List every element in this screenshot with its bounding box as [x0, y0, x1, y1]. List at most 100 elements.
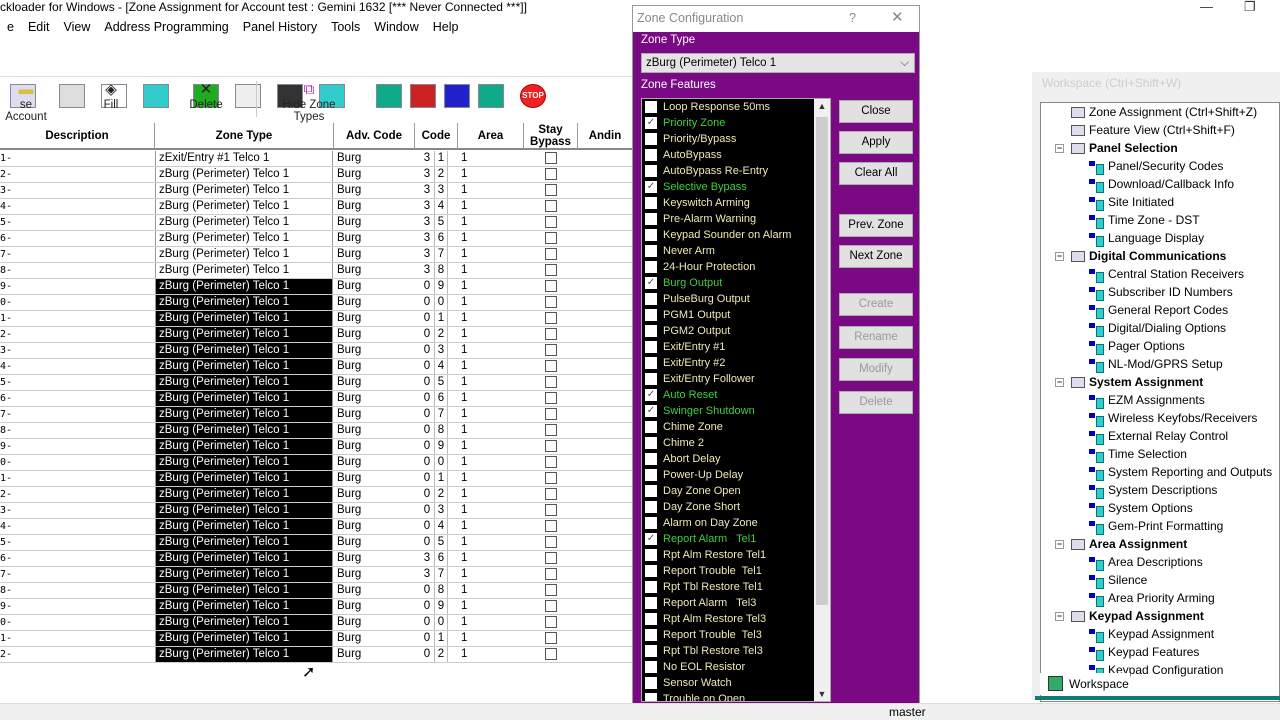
feature-item[interactable]: ✓ Priority Zone: [642, 115, 830, 131]
header-stay-bypass[interactable]: Stay Bypass: [524, 123, 578, 150]
minimize-button[interactable]: —: [1200, 0, 1213, 14]
adv-code-cell[interactable]: Burg: [337, 311, 415, 326]
table-row[interactable]: 2- zBurg (Perimeter) Telco 1 Burg 0 2 1: [0, 327, 632, 343]
tree-item-area-priority-arming[interactable]: Area Priority Arming: [1041, 589, 1279, 607]
code-digit-1[interactable]: 0: [420, 311, 434, 326]
area-cell[interactable]: 1: [461, 279, 481, 294]
code-digit-1[interactable]: 0: [420, 647, 434, 662]
zone-type-cell[interactable]: zBurg (Perimeter) Telco 1: [155, 279, 333, 294]
feature-item[interactable]: Chime Zone: [642, 419, 830, 435]
description-cell[interactable]: 8-: [0, 263, 154, 278]
code-digit-1[interactable]: 0: [420, 423, 434, 438]
table-row[interactable]: 4- zBurg (Perimeter) Telco 1 Burg 0 4 1: [0, 359, 632, 375]
zone-type-cell[interactable]: zBurg (Perimeter) Telco 1: [155, 503, 333, 518]
stay-bypass-checkbox[interactable]: [545, 264, 557, 276]
menu-window[interactable]: Window: [367, 17, 425, 37]
feature-checkbox[interactable]: [645, 565, 657, 577]
area-cell[interactable]: 1: [461, 343, 481, 358]
feature-item[interactable]: AutoBypass: [642, 147, 830, 163]
code-digit-1[interactable]: 0: [420, 599, 434, 614]
code-digit-1[interactable]: 0: [420, 503, 434, 518]
adv-code-cell[interactable]: Burg: [337, 167, 415, 182]
adv-code-cell[interactable]: Burg: [337, 631, 415, 646]
zone-type-cell[interactable]: zBurg (Perimeter) Telco 1: [155, 263, 333, 278]
header-zone-type[interactable]: Zone Type: [155, 123, 334, 150]
tree-item-central-station-receivers[interactable]: Central Station Receivers: [1041, 265, 1279, 283]
code-digit-2[interactable]: 3: [434, 503, 448, 518]
zone-type-cell[interactable]: zBurg (Perimeter) Telco 1: [155, 327, 333, 342]
area-cell[interactable]: 1: [461, 439, 481, 454]
description-cell[interactable]: 8-: [0, 583, 154, 598]
area-cell[interactable]: 1: [461, 375, 481, 390]
feature-checkbox[interactable]: ✓: [645, 117, 657, 129]
adv-code-cell[interactable]: Burg: [337, 647, 415, 662]
table-row[interactable]: 0- zBurg (Perimeter) Telco 1 Burg 0 0 1: [0, 455, 632, 471]
stay-bypass-checkbox[interactable]: [545, 424, 557, 436]
feature-checkbox[interactable]: [645, 469, 657, 481]
description-cell[interactable]: 6-: [0, 391, 154, 406]
adv-code-cell[interactable]: Burg: [337, 455, 415, 470]
feature-checkbox[interactable]: [645, 293, 657, 305]
adv-code-cell[interactable]: Burg: [337, 407, 415, 422]
code-digit-1[interactable]: 0: [420, 615, 434, 630]
feature-checkbox[interactable]: [645, 661, 657, 673]
feature-checkbox[interactable]: [645, 549, 657, 561]
header-area[interactable]: Area: [458, 123, 524, 150]
help-button[interactable]: ?: [849, 6, 856, 30]
feature-checkbox[interactable]: [645, 693, 657, 701]
code-digit-2[interactable]: 5: [434, 535, 448, 550]
table-row[interactable]: 0- zBurg (Perimeter) Telco 1 Burg 0 0 1: [0, 295, 632, 311]
feature-checkbox[interactable]: [645, 357, 657, 369]
tree-item-external-relay-control[interactable]: External Relay Control: [1041, 427, 1279, 445]
tree-item-keypad-assignment[interactable]: Keypad Assignment: [1041, 625, 1279, 643]
description-cell[interactable]: 3-: [0, 503, 154, 518]
feature-item[interactable]: PGM1 Output: [642, 307, 830, 323]
description-cell[interactable]: 0-: [0, 455, 154, 470]
zone-type-cell[interactable]: zBurg (Perimeter) Telco 1: [155, 439, 333, 454]
description-cell[interactable]: 4-: [0, 199, 154, 214]
feature-checkbox[interactable]: [645, 677, 657, 689]
zone-type-cell[interactable]: zBurg (Perimeter) Telco 1: [155, 215, 333, 230]
area-cell[interactable]: 1: [461, 231, 481, 246]
stay-bypass-checkbox[interactable]: [545, 536, 557, 548]
area-cell[interactable]: 1: [461, 407, 481, 422]
tree-item-download-callback-info[interactable]: Download/Callback Info: [1041, 175, 1279, 193]
code-digit-1[interactable]: 3: [420, 167, 434, 182]
code-digit-1[interactable]: 0: [420, 407, 434, 422]
code-digit-2[interactable]: 2: [434, 487, 448, 502]
area-cell[interactable]: 1: [461, 199, 481, 214]
zone-type-cell[interactable]: zBurg (Perimeter) Telco 1: [155, 311, 333, 326]
feature-checkbox[interactable]: [645, 613, 657, 625]
code-digit-2[interactable]: 5: [434, 215, 448, 230]
code-digit-2[interactable]: 4: [434, 519, 448, 534]
description-cell[interactable]: 2-: [0, 647, 154, 662]
adv-code-cell[interactable]: Burg: [337, 263, 415, 278]
adv-code-cell[interactable]: Burg: [337, 439, 415, 454]
description-cell[interactable]: 9-: [0, 279, 154, 294]
feature-checkbox[interactable]: [645, 341, 657, 353]
zone-type-cell[interactable]: zBurg (Perimeter) Telco 1: [155, 359, 333, 374]
table-row[interactable]: 8- zBurg (Perimeter) Telco 1 Burg 3 8 1: [0, 263, 632, 279]
area-cell[interactable]: 1: [461, 599, 481, 614]
zone-type-cell[interactable]: zBurg (Perimeter) Telco 1: [155, 423, 333, 438]
feature-checkbox[interactable]: [645, 261, 657, 273]
code-digit-2[interactable]: 7: [434, 247, 448, 262]
adv-code-cell[interactable]: Burg: [337, 615, 415, 630]
stay-bypass-checkbox[interactable]: [545, 232, 557, 244]
description-cell[interactable]: 7-: [0, 567, 154, 582]
area-cell[interactable]: 1: [461, 167, 481, 182]
feature-item[interactable]: 24-Hour Protection: [642, 259, 830, 275]
adv-code-cell[interactable]: Burg: [337, 519, 415, 534]
feature-checkbox[interactable]: [645, 325, 657, 337]
stay-bypass-checkbox[interactable]: [545, 280, 557, 292]
stay-bypass-checkbox[interactable]: [545, 616, 557, 628]
description-cell[interactable]: 8-: [0, 423, 154, 438]
tree-item-general-report-codes[interactable]: General Report Codes: [1041, 301, 1279, 319]
collapse-toggle-icon[interactable]: −: [1055, 612, 1064, 621]
stay-bypass-checkbox[interactable]: [545, 312, 557, 324]
menu-view[interactable]: View: [57, 17, 98, 37]
table-row[interactable]: 1- zBurg (Perimeter) Telco 1 Burg 0 1 1: [0, 631, 632, 647]
stay-bypass-checkbox[interactable]: [545, 472, 557, 484]
area-cell[interactable]: 1: [461, 519, 481, 534]
apply-button[interactable]: Apply: [839, 131, 913, 154]
